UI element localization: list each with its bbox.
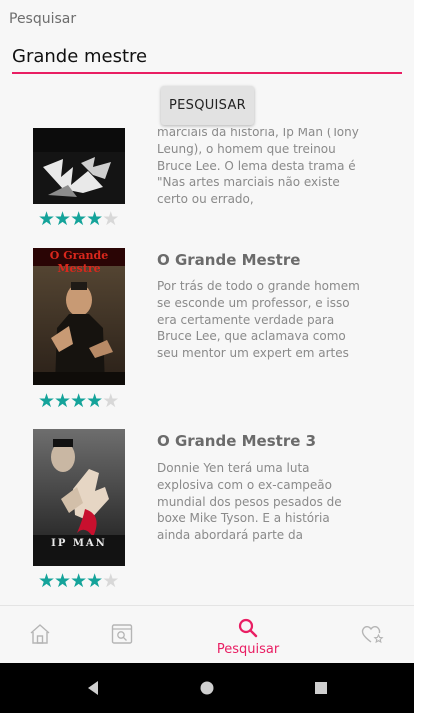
star-icon: ★	[70, 208, 87, 230]
star-icon: ★	[86, 390, 103, 412]
home-circle-icon[interactable]	[199, 680, 215, 696]
nav-gallery[interactable]	[92, 606, 152, 664]
star-icon: ★	[38, 570, 55, 592]
home-icon	[30, 624, 50, 644]
gallery-icon	[111, 624, 133, 644]
movie-description: Donnie Yen terá uma luta explosiva com o…	[157, 461, 350, 546]
bottom-navigation: Pesquisar	[0, 605, 421, 663]
star-icon: ★	[54, 570, 71, 592]
search-header: Pesquisar PESQUISAR	[0, 0, 421, 128]
page-title: Pesquisar	[9, 11, 77, 27]
system-navigation-bar	[0, 663, 421, 713]
list-item[interactable]: O Grande Mestre O Grande Mestre Por trás…	[0, 248, 421, 428]
movie-description: Por trás de todo o grande homem se escon…	[157, 279, 360, 364]
screen: marciais da história, Ip Man (Tony Leung…	[0, 0, 421, 713]
star-empty-icon: ★	[102, 208, 119, 230]
list-item[interactable]: IP MAN O Grande Mestre 3 Donnie Yen terá…	[0, 429, 421, 605]
star-rating: ★★★★★	[38, 570, 119, 592]
star-icon: ★	[86, 570, 103, 592]
nav-search[interactable]: Pesquisar	[208, 606, 288, 664]
poster-title: IP MAN	[51, 538, 107, 549]
nav-search-label: Pesquisar	[216, 642, 280, 657]
heart-star-icon	[361, 625, 384, 644]
movie-title: O Grande Mestre 3	[157, 432, 317, 450]
search-icon	[238, 618, 258, 638]
star-empty-icon: ★	[102, 570, 119, 592]
search-input[interactable]	[12, 44, 402, 74]
recents-icon[interactable]	[314, 681, 328, 695]
poster-title: O Grande Mestre	[49, 249, 109, 275]
movie-poster[interactable]: IP MAN	[33, 429, 125, 566]
nav-favorites[interactable]	[342, 606, 402, 664]
nav-home[interactable]	[10, 606, 70, 664]
star-icon: ★	[38, 390, 55, 412]
star-rating: ★★★★★	[38, 390, 119, 412]
screen-edge	[414, 0, 421, 713]
movie-poster[interactable]: O Grande Mestre	[33, 248, 125, 385]
star-rating: ★★★★★	[38, 208, 119, 230]
star-icon: ★	[86, 208, 103, 230]
movie-title: O Grande Mestre	[157, 251, 301, 269]
back-icon[interactable]	[86, 680, 100, 696]
star-icon: ★	[54, 208, 71, 230]
star-empty-icon: ★	[102, 390, 119, 412]
star-icon: ★	[70, 570, 87, 592]
star-icon: ★	[38, 208, 55, 230]
search-button[interactable]: PESQUISAR	[161, 86, 254, 125]
movie-description: marciais da história, Ip Man (Tony Leung…	[157, 125, 359, 207]
star-icon: ★	[54, 390, 71, 412]
star-icon: ★	[70, 390, 87, 412]
